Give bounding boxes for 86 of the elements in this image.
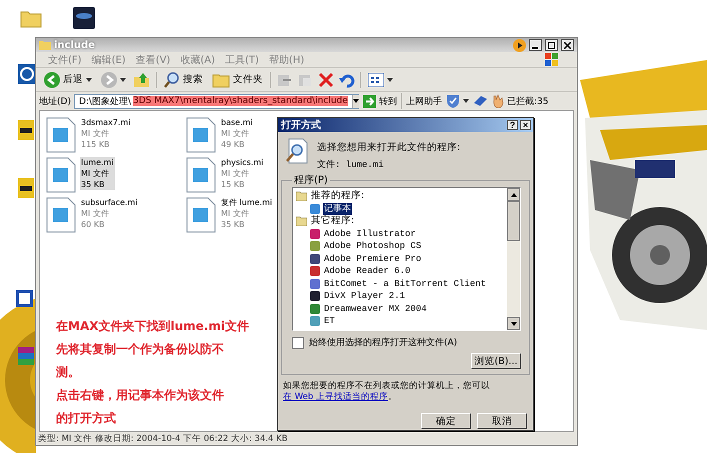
ok-button[interactable]: 确定 [421, 413, 471, 429]
checkbox[interactable] [292, 336, 304, 348]
prompt-text: 选择您想用来打开此文件的程序: [317, 141, 460, 154]
program-item[interactable]: 记事本 [323, 202, 352, 215]
program-item[interactable]: BitComet - a BitTorrent Client [323, 278, 488, 290]
help-button[interactable]: ? [507, 120, 518, 130]
file-item[interactable]: 3dsmax7.mi MI 文件 115 KB [80, 117, 132, 150]
word-icon[interactable] [16, 290, 33, 307]
app-icon[interactable] [18, 178, 34, 198]
minimize-button[interactable] [529, 39, 542, 51]
category-item[interactable]: 推荐的程序: [310, 190, 366, 202]
address-text: D:\图象处理\ [78, 96, 131, 108]
group-label: 程序(P) [293, 174, 329, 187]
blocked-button[interactable]: 已拦截:35 [490, 94, 550, 108]
file-item[interactable]: subsurface.mi MI 文件 60 KB [80, 197, 138, 230]
delete-icon[interactable] [318, 72, 334, 88]
close-button[interactable] [561, 39, 574, 51]
file-item[interactable]: lume.mi MI 文件 35 KB [80, 157, 115, 190]
web-link[interactable]: 在 Web 上寻找适当的程序 [283, 392, 388, 402]
program-item[interactable]: Adobe Illustrator [323, 228, 417, 240]
go-arrow-icon [362, 94, 376, 108]
cancel-button[interactable]: 取消 [477, 413, 527, 429]
shield-icon[interactable] [446, 94, 460, 108]
folder-icon [296, 216, 307, 226]
file-item[interactable]: 复件 lume.mi MI 文件 35 KB [220, 197, 274, 230]
document-search-icon [285, 138, 309, 164]
document-icon[interactable] [186, 197, 216, 233]
dropdown-button[interactable] [352, 94, 359, 108]
scroll-up-icon[interactable] [510, 192, 516, 196]
document-icon[interactable] [46, 157, 76, 193]
document-icon[interactable] [186, 117, 216, 153]
up-folder-icon[interactable] [133, 72, 151, 88]
category-item[interactable]: 其它程序: [310, 215, 356, 228]
views-icon [368, 72, 384, 86]
close-button[interactable]: × [520, 120, 531, 130]
status-text: 类型: MI 文件 修改日期: 2004-10-4 下午 06:22 大小: 34.4 KB [38, 432, 288, 444]
hint-text: 如果您想要的程序不在列表或您的计算机上，您可以 在 Web 上寻找适当的程序。 [283, 381, 491, 403]
address-text: 3DS MAX7\mentalray\shaders_standard\include [132, 96, 348, 106]
forward-button[interactable] [99, 72, 128, 88]
caret-icon [352, 99, 359, 103]
go-button[interactable]: 转到 [362, 94, 398, 108]
instruction-text: 在MAX文件夹下找到lume.mi文件 先将其复制一个作为备份以防不 测。 [56, 318, 249, 381]
instruction-text: 点击右键，用记事本作为该文件 的打开方式 [56, 387, 224, 427]
checkbox-label: 始终使用选择的程序打开这种文件(A) [309, 336, 458, 349]
program-item[interactable]: DivX Player 2.1 [323, 290, 406, 302]
search-button[interactable]: 搜索 [162, 72, 205, 88]
program-item[interactable]: Adobe Reader 6.0 [323, 265, 412, 278]
caret-icon[interactable] [462, 99, 469, 103]
folder-icon [212, 72, 230, 88]
scroll-down-icon[interactable] [510, 322, 516, 326]
views-button[interactable] [366, 72, 395, 86]
maximize-icon [548, 42, 555, 48]
document-icon[interactable] [186, 157, 216, 193]
window-title: include [54, 40, 95, 50]
app-icon[interactable] [18, 120, 34, 140]
program-item[interactable]: Adobe Photoshop CS [323, 240, 422, 252]
file-name-text: 文件: lume.mi [317, 158, 385, 171]
search-icon [164, 72, 180, 88]
folders-button[interactable]: 文件夹 [210, 72, 265, 88]
folder-icon [39, 40, 51, 50]
close-icon [564, 42, 571, 48]
document-icon[interactable] [46, 117, 76, 153]
caret-icon [387, 78, 393, 82]
assistant-button[interactable]: 上网助手 [404, 94, 443, 108]
folder-icon [296, 191, 307, 202]
app-icon[interactable] [73, 7, 95, 29]
browse-button[interactable]: 浏览(B)... [471, 353, 521, 369]
undo-icon[interactable] [339, 72, 355, 88]
program-item[interactable]: Adobe Premiere Pro [323, 252, 422, 265]
dialog-title: 打开方式 [281, 118, 321, 132]
play-icon[interactable] [513, 38, 526, 52]
caret-icon [120, 78, 126, 82]
program-item[interactable]: ET [323, 315, 336, 328]
address-field[interactable]: D:\图象处理\ 3DS MAX7\mentalray\shaders_standard\include [74, 94, 359, 108]
windows-logo-icon [545, 52, 559, 66]
program-item[interactable]: Dreamweaver MX 2004 [323, 302, 428, 315]
back-button[interactable]: 后退 [42, 72, 94, 88]
address-label: 地址(D) [39, 96, 71, 108]
scrollbar[interactable] [507, 188, 520, 330]
document-icon[interactable] [46, 197, 76, 233]
hand-icon [492, 94, 504, 108]
caret-icon [86, 78, 92, 82]
file-item[interactable]: physics.mi MI 文件 15 KB [220, 157, 264, 190]
file-item[interactable]: base.mi MI 文件 49 KB [220, 117, 254, 150]
app-icon[interactable] [18, 64, 36, 84]
maximize-button[interactable] [545, 39, 558, 51]
